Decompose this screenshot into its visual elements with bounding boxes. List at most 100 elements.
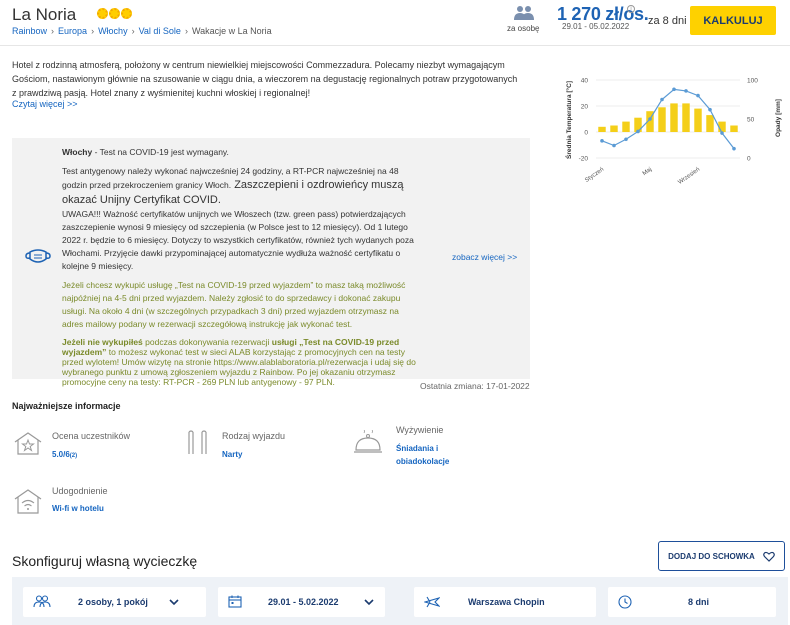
heart-icon: [762, 551, 775, 562]
sun-icon: [121, 8, 132, 19]
breadcrumb: Rainbow › Europa › Włochy › Val di Sole › Wakacj…: [12, 26, 272, 36]
covid-p4-bold: Jeżeli nie wykupiłeś: [62, 337, 143, 347]
price-dates: 29.01 - 05.02.2022: [562, 22, 630, 31]
temperature-bar: [610, 125, 618, 132]
per-person-label: za osobę: [507, 24, 540, 33]
y2-tick-label: 50: [747, 117, 755, 124]
key-info-title: Najważniejsze informacje: [12, 401, 121, 411]
precipitation-point: [600, 139, 604, 143]
trip-days: za 8 dni: [648, 15, 687, 27]
y2-tick-label: 0: [747, 156, 751, 163]
precipitation-point: [672, 87, 676, 92]
trip-type-value: Narty: [222, 450, 243, 459]
x-tick-label: Styczeń: [584, 167, 605, 184]
board-value-line2: obiadokolacje: [396, 457, 450, 466]
hotel-title: La Noria: [12, 5, 77, 24]
add-to-clipboard-label: DODAJ DO SCHOWKA: [668, 551, 755, 561]
dates-value: 29.01 - 5.02.2022: [268, 597, 339, 607]
persons-icon: [514, 6, 534, 20]
temperature-bar: [622, 121, 630, 132]
read-more-link[interactable]: Czytaj więcej >>: [12, 99, 78, 109]
precipitation-point: [720, 131, 724, 135]
clock-icon: [618, 595, 632, 609]
airport-selector[interactable]: Warszawa Chopin: [414, 587, 596, 617]
covid-p4-b: to możesz wykonać test w sieci ALAB korz…: [62, 347, 416, 387]
covid-info-box: Włochy - Test na COVID-19 jest wymagany.…: [12, 138, 530, 387]
covid-paragraph-4: Jeżeli nie wykupiłeś podczas dokonywania…: [62, 337, 422, 387]
wifi-house-icon: [14, 489, 42, 514]
sun-icon: [109, 8, 120, 19]
dates-selector[interactable]: 29.01 - 5.02.2022: [218, 587, 385, 617]
temperature-bar: [694, 108, 702, 132]
x-tick-label: Maj: [642, 167, 653, 177]
precipitation-point: [708, 107, 712, 112]
rating-score: 5.0/6: [52, 450, 70, 459]
y-tick-label: 0: [584, 130, 588, 137]
temperature-bar: [598, 126, 606, 132]
chevron-down-icon: [364, 599, 374, 606]
rating-count: (2): [69, 453, 78, 459]
hotel-rating-suns: [97, 8, 132, 19]
precipitation-line: [601, 88, 735, 150]
precipitation-point: [612, 143, 616, 148]
rating-house-icon: [14, 432, 42, 455]
precipitation-point: [636, 129, 640, 134]
y-tick-label: -20: [579, 156, 589, 163]
covid-paragraph-3: Jeżeli chcesz wykupić usługę „Test na CO…: [62, 280, 406, 329]
y2-axis-label: Opady [mm]: [775, 99, 782, 137]
skis-icon: [188, 430, 207, 454]
temperature-bar: [670, 103, 678, 132]
breadcrumb-separator-icon: ›: [51, 26, 55, 36]
board-label: Wyżywienie: [396, 425, 444, 435]
temperature-bar: [706, 115, 714, 132]
covid-country: Włochy: [62, 147, 93, 157]
duration-selector[interactable]: 8 dni: [608, 587, 776, 617]
calendar-icon: [228, 595, 242, 608]
climate-chart: -20 0 20 40 0 50 100 Styczeń Maj Wrzesień Średnia …: [564, 78, 782, 186]
airport-value: Warszawa Chopin: [468, 597, 545, 607]
breadcrumb-val-di-sole[interactable]: Val di Sole: [139, 26, 181, 36]
covid-headline: - Test na COVID-19 jest wymagany.: [92, 147, 229, 157]
rating-value[interactable]: 5.0/6(2): [52, 448, 77, 463]
breadcrumb-europa[interactable]: Europa: [58, 26, 87, 36]
duration-value: 8 dni: [688, 597, 710, 607]
breadcrumb-separator-icon: ›: [184, 26, 188, 36]
sun-icon: [97, 8, 108, 19]
breadcrumb-rainbow[interactable]: Rainbow: [12, 26, 47, 36]
covid-paragraph-2: UWAGA!!! Ważność certyfikatów unijnych w…: [62, 209, 414, 271]
persons-value: 2 osoby, 1 pokój: [78, 597, 148, 607]
facility-value: Wi-fi w hotelu: [52, 504, 104, 513]
facility-label: Udogodnienie: [52, 486, 108, 496]
breadcrumb-separator-icon: ›: [91, 26, 95, 36]
rating-label: Ocena uczestników: [52, 431, 131, 441]
calculate-button[interactable]: KALKULUJ: [690, 6, 776, 35]
covid-p4-a: podczas dokonywania rezerwacji: [142, 337, 272, 347]
chevron-down-icon: [169, 599, 179, 606]
persons-selector[interactable]: 2 osoby, 1 pokój: [23, 587, 206, 617]
board-value-line1: Śniadania i: [396, 444, 439, 453]
temperature-bar: [682, 103, 690, 132]
covid-more-link[interactable]: zobacz więcej >>: [452, 252, 517, 262]
face-mask-icon: [25, 249, 51, 263]
temperature-bar: [730, 125, 738, 132]
trip-type-label: Rodzaj wyjazdu: [222, 431, 286, 441]
breadcrumb-separator-icon: ›: [131, 26, 135, 36]
covid-text: Włochy - Test na COVID-19 jest wymagany.…: [62, 146, 422, 393]
precipitation-point: [684, 89, 688, 93]
precipitation-point: [648, 117, 652, 121]
precipitation-point: [696, 93, 700, 98]
y-tick-label: 20: [581, 104, 589, 111]
temperature-bar: [658, 107, 666, 132]
add-to-clipboard-button[interactable]: DODAJ DO SCHOWKA: [658, 541, 785, 571]
breadcrumb-wlochy[interactable]: Włochy: [98, 26, 128, 36]
info-icon[interactable]: i: [627, 5, 635, 13]
food-cloche-icon: [354, 430, 382, 453]
airplane-icon: [424, 596, 440, 608]
y-tick-label: 40: [581, 78, 589, 85]
precipitation-point: [624, 137, 628, 142]
y2-tick-label: 100: [747, 78, 758, 85]
y-axis-label: Średnia Temperatura [°C]: [564, 81, 573, 159]
precipitation-point: [660, 97, 664, 102]
breadcrumb-current: Wakacje w La Noria: [191, 26, 272, 36]
persons-icon: [33, 595, 51, 608]
